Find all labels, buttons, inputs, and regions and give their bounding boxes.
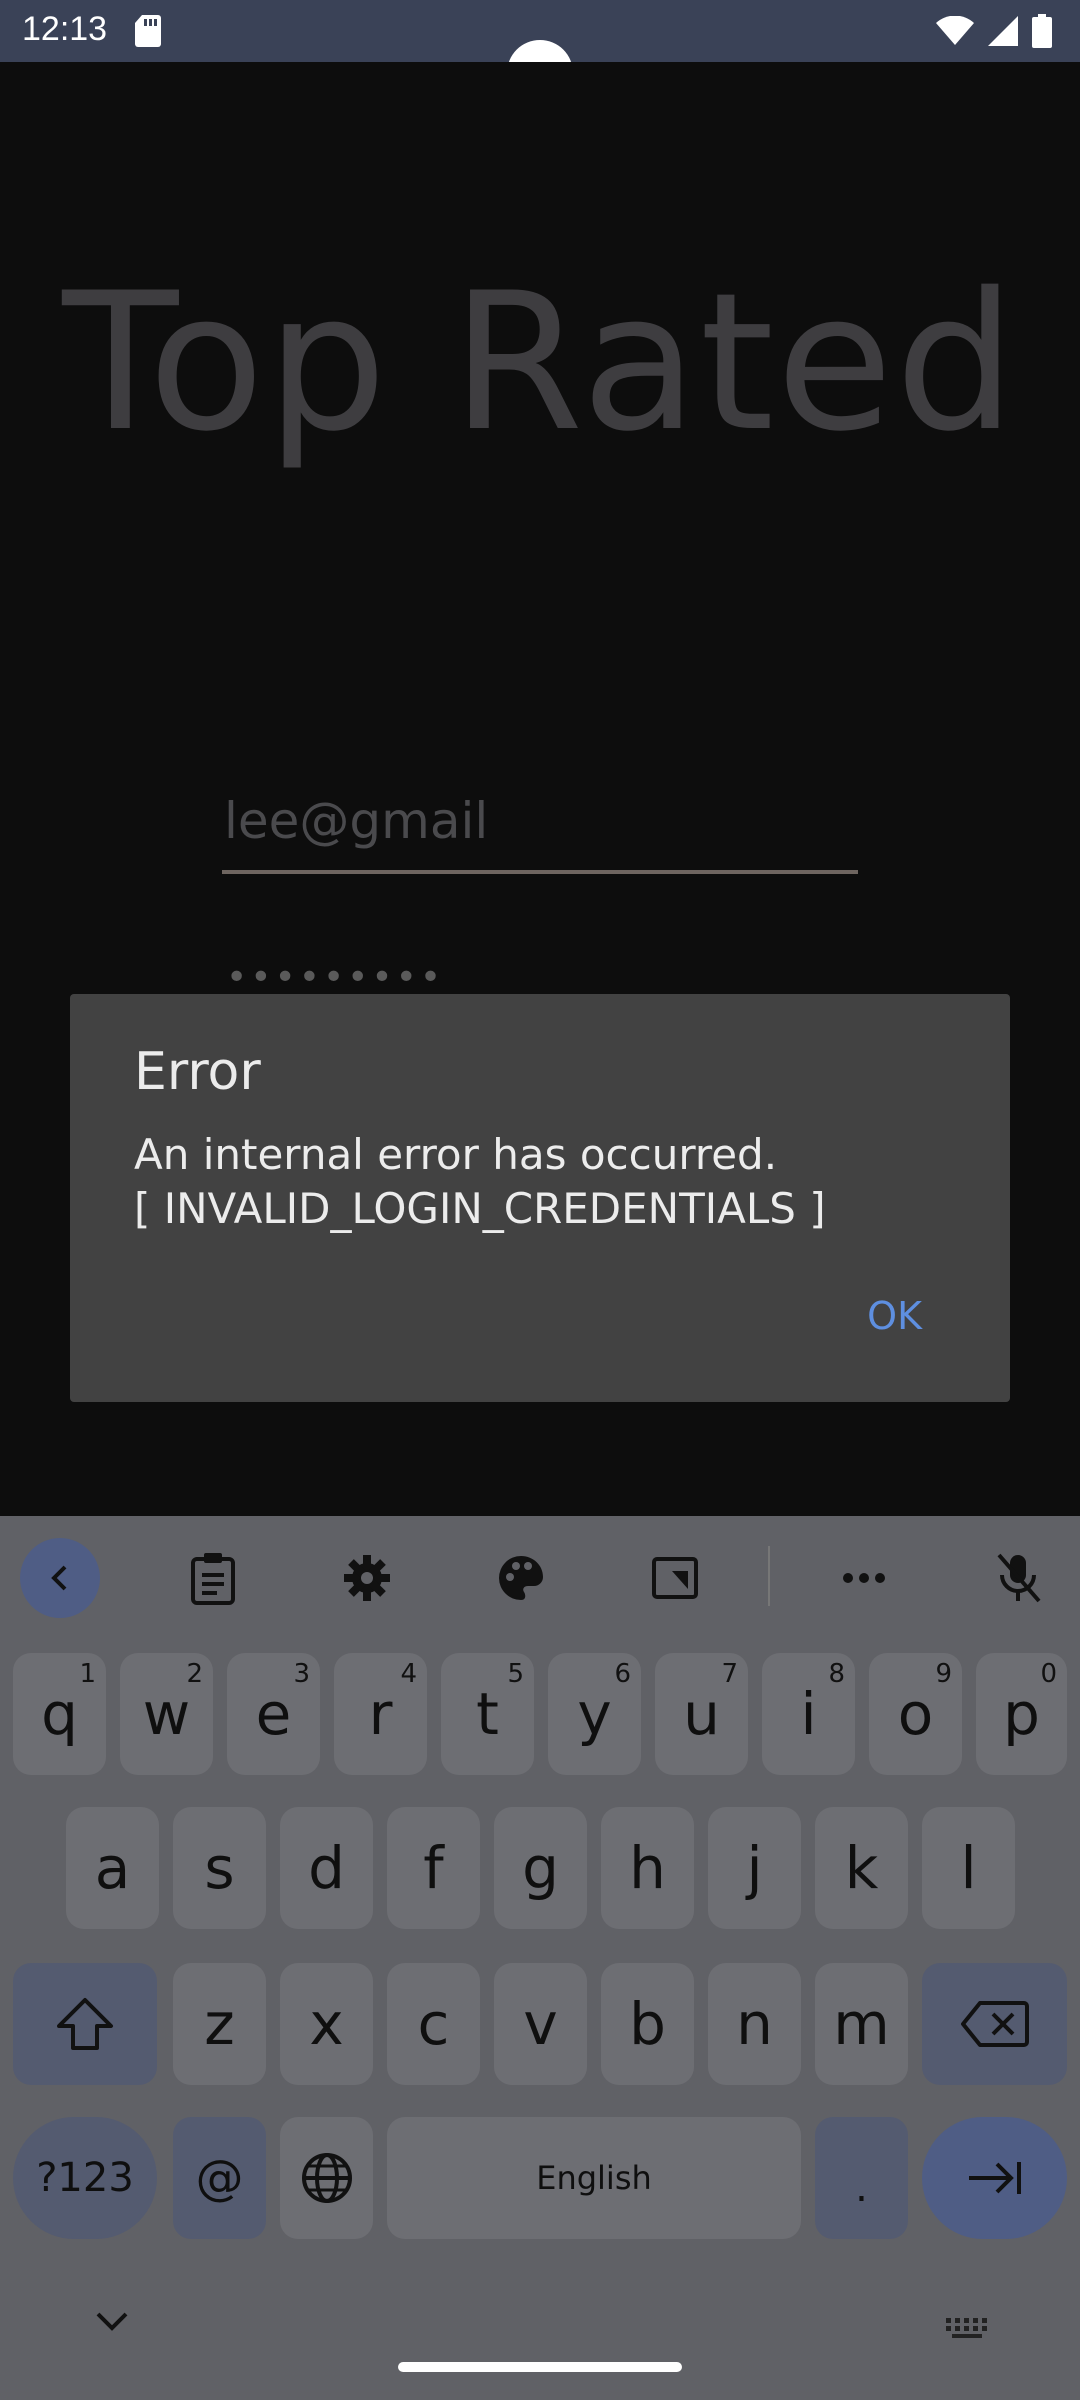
at-key[interactable]: @ bbox=[173, 2117, 266, 2239]
backspace-key[interactable] bbox=[922, 1963, 1067, 2085]
key-label: q bbox=[41, 1680, 78, 1748]
key-label: e bbox=[255, 1680, 292, 1748]
more-icon[interactable] bbox=[824, 1538, 904, 1618]
dialog-message-line1: An internal error has occurred. bbox=[134, 1130, 778, 1179]
home-indicator[interactable] bbox=[398, 2362, 682, 2372]
key-hint: 5 bbox=[507, 1659, 524, 1689]
key-y[interactable]: y6 bbox=[548, 1653, 641, 1775]
key-hint: 8 bbox=[828, 1659, 845, 1689]
key-label: w bbox=[142, 1680, 191, 1748]
key-m[interactable]: m bbox=[815, 1963, 908, 2085]
password-value: ••••••••• bbox=[226, 957, 445, 998]
email-field[interactable]: lee@gmail bbox=[222, 722, 858, 874]
key-v[interactable]: v bbox=[494, 1963, 587, 2085]
key-b[interactable]: b bbox=[601, 1963, 694, 2085]
key-label: u bbox=[683, 1680, 720, 1748]
key-d[interactable]: d bbox=[280, 1807, 373, 1929]
error-dialog: Error An internal error has occurred. [ … bbox=[70, 994, 1010, 1402]
key-hint: 1 bbox=[79, 1659, 96, 1689]
key-label: y bbox=[577, 1680, 612, 1748]
shift-key[interactable] bbox=[13, 1963, 157, 2085]
backspace-icon bbox=[960, 2001, 1029, 2047]
key-n[interactable]: n bbox=[708, 1963, 801, 2085]
key-r[interactable]: r4 bbox=[334, 1653, 427, 1775]
shift-icon bbox=[57, 1998, 113, 2050]
key-g[interactable]: g bbox=[494, 1807, 587, 1929]
tab-next-icon bbox=[968, 2162, 1021, 2194]
key-z[interactable]: z bbox=[173, 1963, 266, 2085]
key-label: t bbox=[476, 1680, 499, 1748]
hide-keyboard-icon[interactable] bbox=[92, 2310, 132, 2334]
key-i[interactable]: i8 bbox=[762, 1653, 855, 1775]
soft-keyboard: q1 w2 e3 r4 t5 y6 u7 i8 o9 p0 a s d f g … bbox=[0, 1516, 1080, 2400]
key-hint: 3 bbox=[293, 1659, 310, 1689]
key-label: r bbox=[368, 1680, 393, 1748]
key-hint: 9 bbox=[935, 1659, 952, 1689]
at-label: @ bbox=[195, 2150, 244, 2206]
key-j[interactable]: j bbox=[708, 1807, 801, 1929]
symbols-label: ?123 bbox=[36, 2155, 134, 2201]
period-label: . bbox=[855, 2165, 868, 2211]
resize-icon[interactable] bbox=[635, 1538, 715, 1618]
palette-icon[interactable] bbox=[481, 1538, 561, 1618]
toolbar-divider bbox=[768, 1546, 770, 1606]
key-hint: 0 bbox=[1040, 1659, 1057, 1689]
signal-icon bbox=[988, 16, 1018, 46]
globe-icon bbox=[301, 2153, 352, 2203]
key-hint: 2 bbox=[186, 1659, 203, 1689]
sd-card-icon bbox=[135, 15, 161, 47]
ok-button[interactable]: OK bbox=[867, 1294, 922, 1338]
enter-key[interactable] bbox=[922, 2117, 1067, 2239]
battery-icon bbox=[1032, 14, 1052, 48]
key-e[interactable]: e3 bbox=[227, 1653, 320, 1775]
key-label: o bbox=[897, 1680, 934, 1748]
key-h[interactable]: h bbox=[601, 1807, 694, 1929]
email-value: lee@gmail bbox=[224, 792, 489, 850]
key-q[interactable]: q1 bbox=[13, 1653, 106, 1775]
key-label: p bbox=[1003, 1680, 1040, 1748]
key-l[interactable]: l bbox=[922, 1807, 1015, 1929]
key-u[interactable]: u7 bbox=[655, 1653, 748, 1775]
period-key[interactable]: . bbox=[815, 2117, 908, 2239]
key-label: i bbox=[800, 1680, 817, 1748]
keyboard-toolbar bbox=[0, 1516, 1080, 1624]
wifi-icon bbox=[936, 16, 974, 45]
keyboard-switch-icon[interactable] bbox=[944, 2316, 990, 2340]
status-time: 12:13 bbox=[22, 10, 108, 48]
dialog-message: An internal error has occurred. [ INVALI… bbox=[134, 1128, 826, 1236]
clipboard-icon[interactable] bbox=[173, 1538, 253, 1618]
key-x[interactable]: x bbox=[280, 1963, 373, 2085]
key-hint: 7 bbox=[721, 1659, 738, 1689]
key-f[interactable]: f bbox=[387, 1807, 480, 1929]
key-c[interactable]: c bbox=[387, 1963, 480, 2085]
symbols-key[interactable]: ?123 bbox=[13, 2117, 157, 2239]
key-w[interactable]: w2 bbox=[120, 1653, 213, 1775]
key-hint: 4 bbox=[400, 1659, 417, 1689]
key-k[interactable]: k bbox=[815, 1807, 908, 1929]
app-title: Top Rated bbox=[62, 252, 1018, 473]
key-s[interactable]: s bbox=[173, 1807, 266, 1929]
mic-off-icon[interactable] bbox=[978, 1538, 1058, 1618]
back-icon[interactable] bbox=[20, 1538, 100, 1618]
dialog-title: Error bbox=[134, 1042, 261, 1102]
language-key[interactable] bbox=[280, 2117, 373, 2239]
key-p[interactable]: p0 bbox=[976, 1653, 1067, 1775]
settings-icon[interactable] bbox=[327, 1538, 407, 1618]
key-t[interactable]: t5 bbox=[441, 1653, 534, 1775]
key-o[interactable]: o9 bbox=[869, 1653, 962, 1775]
space-key[interactable]: English bbox=[387, 2117, 801, 2239]
key-a[interactable]: a bbox=[66, 1807, 159, 1929]
key-hint: 6 bbox=[614, 1659, 631, 1689]
dialog-message-line2: [ INVALID_LOGIN_CREDENTIALS ] bbox=[134, 1184, 826, 1233]
